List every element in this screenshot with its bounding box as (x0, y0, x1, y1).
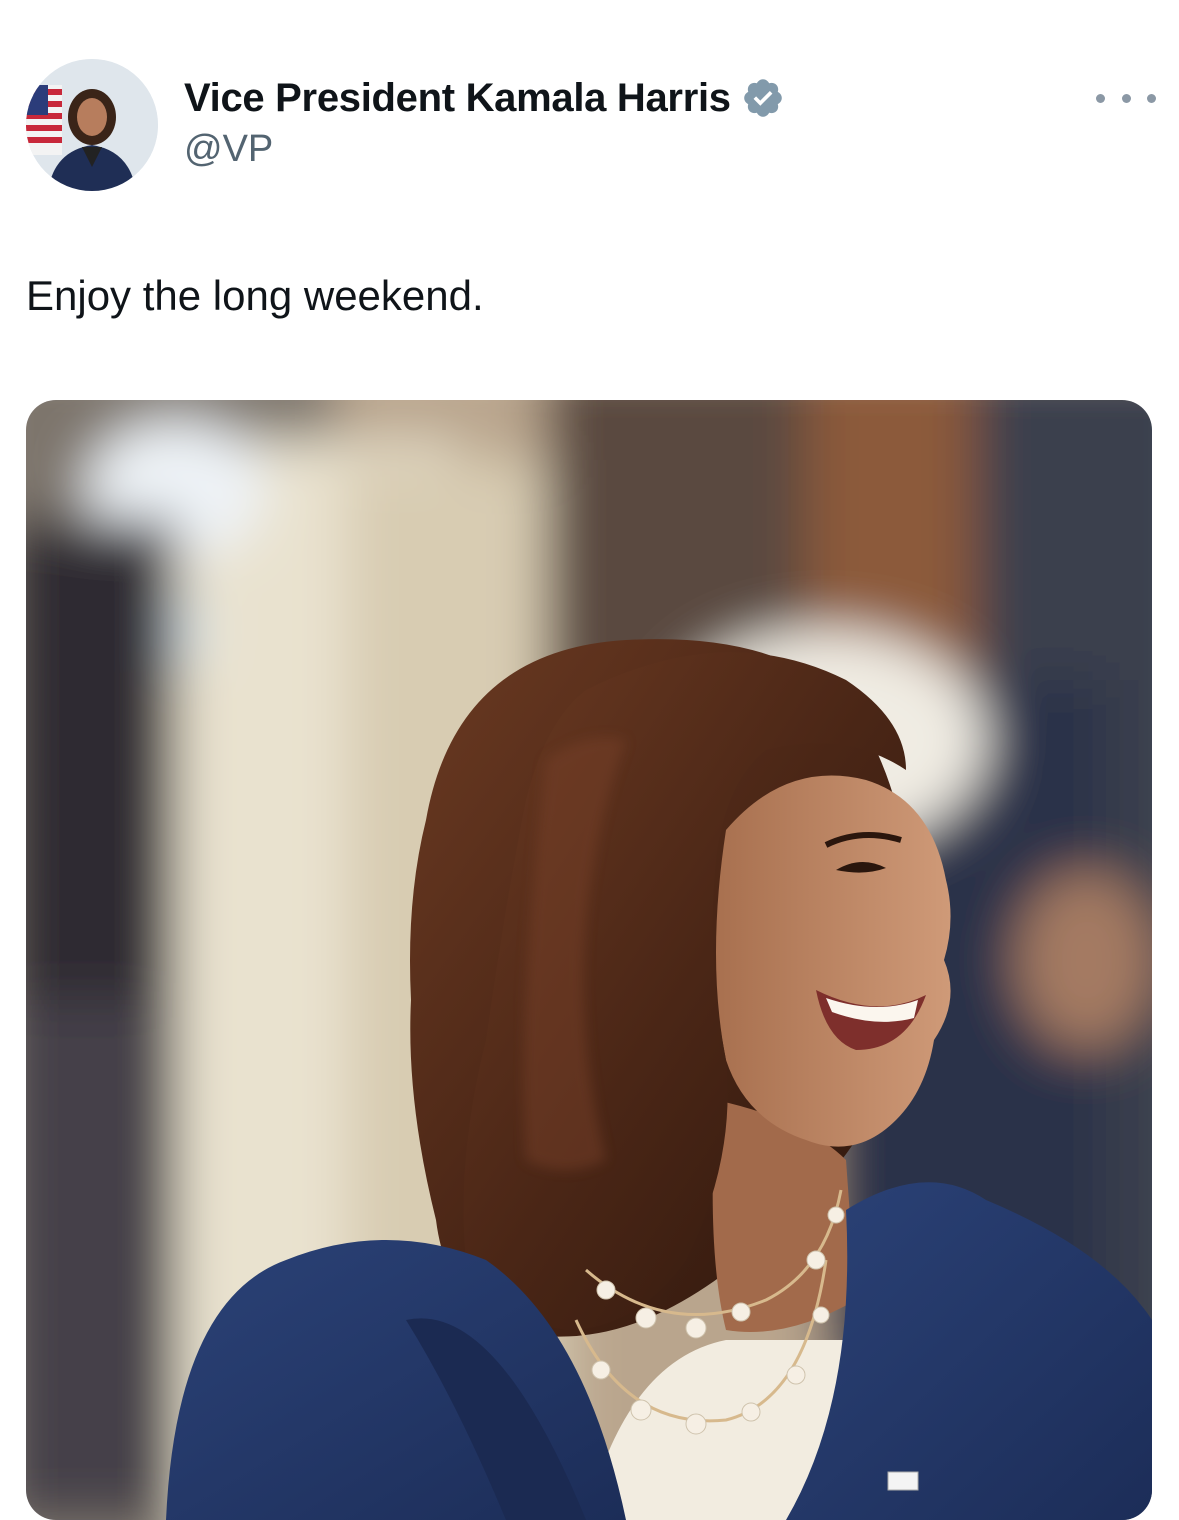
avatar-image (26, 59, 158, 191)
more-dot (1096, 93, 1105, 103)
tweet: Vice President Kamala Harris @VP Enjoy t… (0, 0, 1179, 1520)
author-display-name[interactable]: Vice President Kamala Harris (184, 76, 731, 121)
author-handle[interactable]: @VP (184, 128, 273, 171)
tweet-photo[interactable] (26, 400, 1152, 1520)
verified-badge-icon (741, 76, 785, 120)
author-name-row[interactable]: Vice President Kamala Harris (184, 70, 785, 126)
more-options-icon[interactable] (1096, 80, 1156, 116)
more-dot (1147, 93, 1156, 103)
more-dot (1121, 93, 1131, 103)
photo-image (26, 400, 1152, 1520)
author-avatar[interactable] (26, 59, 158, 191)
flag-graphic (26, 85, 62, 155)
tweet-text: Enjoy the long weekend. (26, 272, 484, 319)
